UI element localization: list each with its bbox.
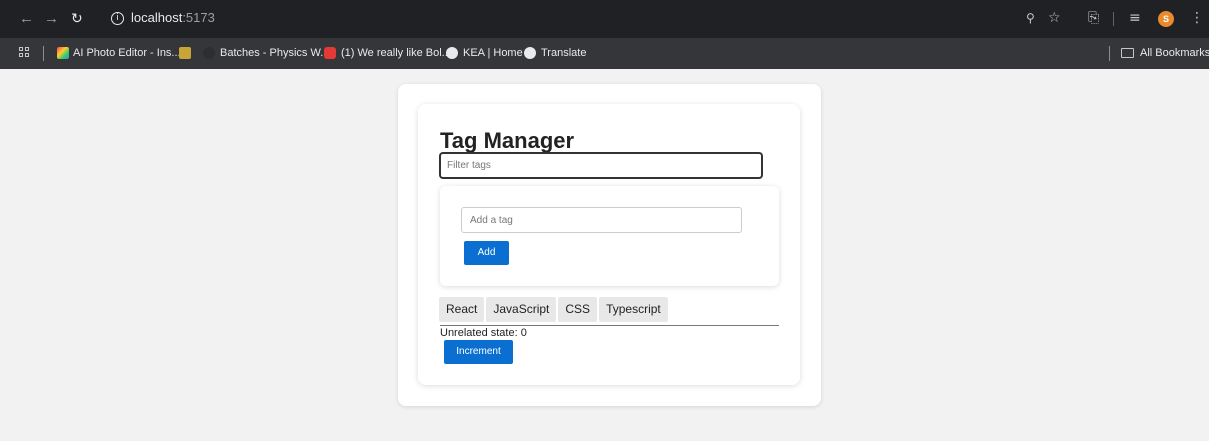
add-button[interactable]: Add <box>464 241 509 265</box>
reload-icon[interactable]: ↻ <box>71 9 83 27</box>
tag-css[interactable]: CSS <box>558 297 598 322</box>
physics-wallah-favicon-icon <box>203 47 215 59</box>
bookmark-translate[interactable]: Translate <box>541 46 586 60</box>
toolbar-divider <box>1113 12 1114 26</box>
site-info-icon[interactable]: i <box>111 12 124 25</box>
add-tag-panel <box>440 186 779 286</box>
bookmarks-divider <box>43 46 44 61</box>
zoom-icon[interactable]: ⚲ <box>1026 9 1035 27</box>
extensions-icon[interactable]: ⎘ <box>1088 9 1099 27</box>
bookmarks-divider <box>1109 46 1110 61</box>
filter-tags-input[interactable] <box>439 152 763 179</box>
forward-icon[interactable]: → <box>44 10 59 28</box>
apps-grid-icon[interactable] <box>19 47 30 58</box>
globe-favicon-icon <box>446 47 458 59</box>
address-bar[interactable] <box>102 8 1066 30</box>
increment-button[interactable]: Increment <box>444 340 513 364</box>
add-tag-input[interactable] <box>461 207 742 233</box>
page-title: Tag Manager <box>440 128 575 153</box>
all-bookmarks-link[interactable]: All Bookmarks <box>1140 46 1209 60</box>
divider <box>440 325 779 326</box>
media-controls-icon[interactable]: ≡ <box>1129 9 1141 27</box>
folder-icon <box>1121 48 1134 58</box>
bookmark-batches-physics[interactable]: Batches - Physics W... <box>220 46 329 60</box>
image-favicon-icon[interactable] <box>179 47 191 59</box>
back-icon[interactable]: ← <box>19 10 34 28</box>
photo-editor-favicon-icon <box>57 47 69 59</box>
tag-typescript[interactable]: Typescript <box>599 297 668 322</box>
bookmark-kea-home[interactable]: KEA | Home <box>463 46 523 60</box>
tag-javascript[interactable]: JavaScript <box>486 297 557 322</box>
youtube-favicon-icon <box>324 47 336 59</box>
url-text[interactable]: localhost:5173 <box>131 10 215 26</box>
menu-icon[interactable]: ⋮ <box>1190 9 1204 27</box>
globe-favicon-icon <box>524 47 536 59</box>
unrelated-state-text: Unrelated state: 0 <box>440 327 527 339</box>
tag-list: React JavaScript CSS Typescript <box>439 297 668 322</box>
bookmark-ai-photo-editor[interactable]: AI Photo Editor - Ins... <box>73 46 181 60</box>
avatar[interactable]: S <box>1158 11 1174 27</box>
bookmark-youtube[interactable]: (1) We really like Bol... <box>341 46 451 60</box>
url-port: :5173 <box>182 10 215 25</box>
tag-react[interactable]: React <box>439 297 485 322</box>
url-host: localhost <box>131 10 183 25</box>
bookmark-star-icon[interactable]: ☆ <box>1048 9 1061 27</box>
